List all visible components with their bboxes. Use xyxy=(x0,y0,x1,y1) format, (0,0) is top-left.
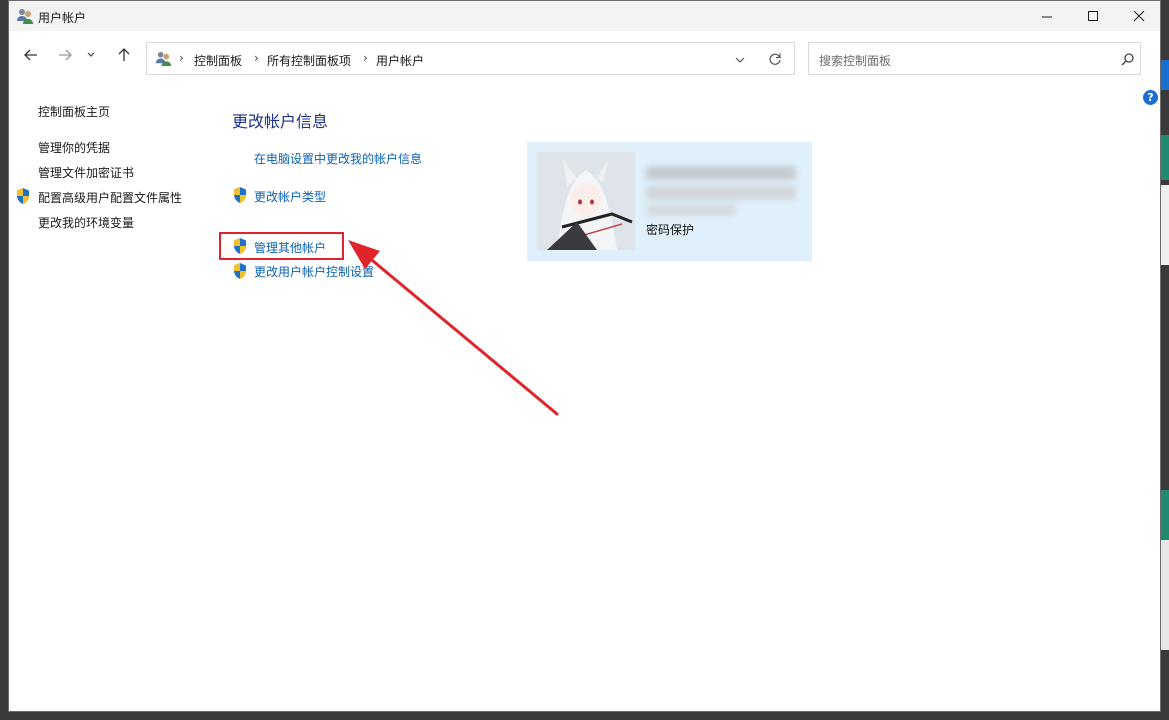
background-strip xyxy=(1161,490,1169,540)
background-strip xyxy=(1161,60,1169,90)
control-panel-window: 用户帐户 › 控制面板 › 所有控制面板项 › 用户帐户 搜索控制面板 ? 控制… xyxy=(8,0,1161,712)
background-strip xyxy=(1161,185,1169,265)
background-strip xyxy=(1161,135,1169,180)
annotation-arrow xyxy=(348,240,559,416)
background-strip xyxy=(1161,540,1169,650)
